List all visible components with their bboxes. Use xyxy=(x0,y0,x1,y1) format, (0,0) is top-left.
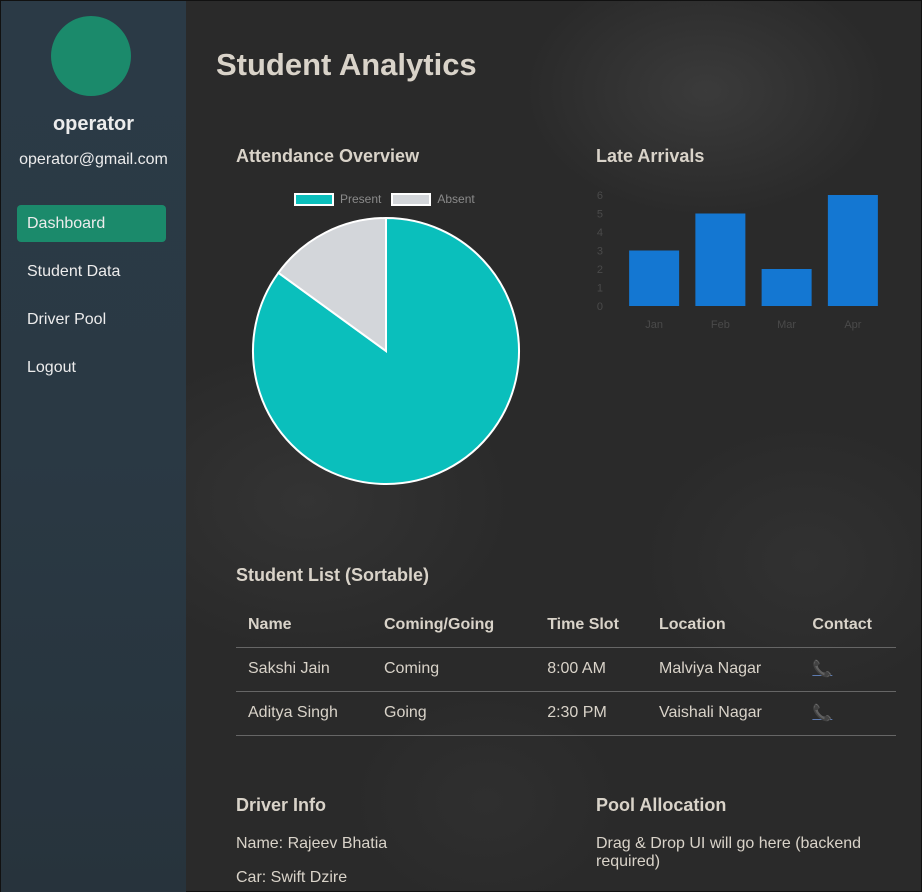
y-tick-label: 1 xyxy=(597,283,603,295)
table-row: Sakshi Jain Coming 8:00 AM Malviya Nagar… xyxy=(236,647,896,692)
pool-allocation-text: Drag & Drop UI will go here (backend req… xyxy=(596,835,862,870)
late-arrivals-title: Late Arrivals xyxy=(596,146,705,166)
cell-coming-going: Going xyxy=(372,691,536,736)
phone-icon[interactable]: 📞 xyxy=(812,705,832,722)
table-header-row: Name Coming/Going Time Slot Location Con… xyxy=(236,604,896,648)
cell-contact: 📞 xyxy=(800,647,896,692)
x-tick-label: Apr xyxy=(844,319,861,331)
x-tick-label: Jan xyxy=(645,319,663,331)
cell-time-slot: 8:00 AM xyxy=(535,647,647,692)
page-title: Student Analytics xyxy=(216,47,477,82)
cell-location: Malviya Nagar xyxy=(646,647,801,692)
pool-allocation-title: Pool Allocation xyxy=(596,795,727,815)
cell-name: Sakshi Jain xyxy=(236,647,372,692)
y-tick-label: 4 xyxy=(597,227,603,239)
sidebar-item-dashboard[interactable]: Dashboard xyxy=(17,205,166,242)
column-header-name[interactable]: Name xyxy=(236,604,372,648)
legend-item-present[interactable]: Present xyxy=(294,192,381,206)
y-tick-label: 6 xyxy=(597,190,603,202)
cell-contact: 📞 xyxy=(800,691,896,736)
attendance-legend: Present Absent xyxy=(294,192,485,206)
sidebar-nav: Dashboard Student Data Driver Pool Logou… xyxy=(17,205,166,397)
legend-item-absent[interactable]: Absent xyxy=(391,192,475,206)
column-header-time-slot[interactable]: Time Slot xyxy=(535,604,647,648)
x-tick-label: Feb xyxy=(711,319,730,331)
late-arrivals-bar-chart: 0 1 2 3 4 5 6 Jan Feb Mar Apr xyxy=(597,190,878,331)
sidebar-item-logout[interactable]: Logout xyxy=(17,349,166,386)
legend-swatch-present xyxy=(294,192,334,206)
y-tick-label: 3 xyxy=(597,246,603,258)
column-header-coming-going[interactable]: Coming/Going xyxy=(372,604,536,648)
attendance-pie-chart xyxy=(252,216,520,485)
user-name: operator xyxy=(52,113,135,135)
bar-jan[interactable] xyxy=(629,250,680,307)
legend-label-absent: Absent xyxy=(437,192,475,206)
phone-icon[interactable]: 📞 xyxy=(812,661,832,678)
driver-info-title: Driver Info xyxy=(236,795,327,815)
y-tick-label: 2 xyxy=(597,264,603,276)
cell-name: Aditya Singh xyxy=(236,691,372,736)
sidebar-item-driver-pool[interactable]: Driver Pool xyxy=(17,301,166,338)
attendance-title: Attendance Overview xyxy=(236,146,420,166)
student-list-title: Student List (Sortable) xyxy=(236,565,429,585)
legend-swatch-absent xyxy=(391,192,432,206)
cell-location: Vaishali Nagar xyxy=(646,691,801,736)
table-row: Aditya Singh Going 2:30 PM Vaishali Naga… xyxy=(236,691,896,736)
column-header-contact[interactable]: Contact xyxy=(800,604,896,648)
user-email: operator@gmail.com xyxy=(19,151,168,168)
sidebar: operator operator@gmail.com Dashboard St… xyxy=(1,1,186,892)
driver-name: Name: Rajeev Bhatia xyxy=(236,835,388,852)
cell-coming-going: Coming xyxy=(372,647,536,692)
driver-car: Car: Swift Dzire xyxy=(236,869,348,886)
bar-feb[interactable] xyxy=(695,213,746,307)
bar-apr[interactable] xyxy=(827,195,878,306)
legend-label-present: Present xyxy=(340,192,382,206)
student-table: Name Coming/Going Time Slot Location Con… xyxy=(236,604,896,736)
column-header-location[interactable]: Location xyxy=(646,604,801,648)
avatar xyxy=(51,16,131,96)
x-tick-label: Mar xyxy=(777,319,796,331)
cell-time-slot: 2:30 PM xyxy=(535,691,647,736)
sidebar-item-student-data[interactable]: Student Data xyxy=(17,253,166,290)
bar-mar[interactable] xyxy=(761,269,812,306)
y-tick-label: 5 xyxy=(597,209,603,221)
y-tick-label: 0 xyxy=(597,301,603,313)
